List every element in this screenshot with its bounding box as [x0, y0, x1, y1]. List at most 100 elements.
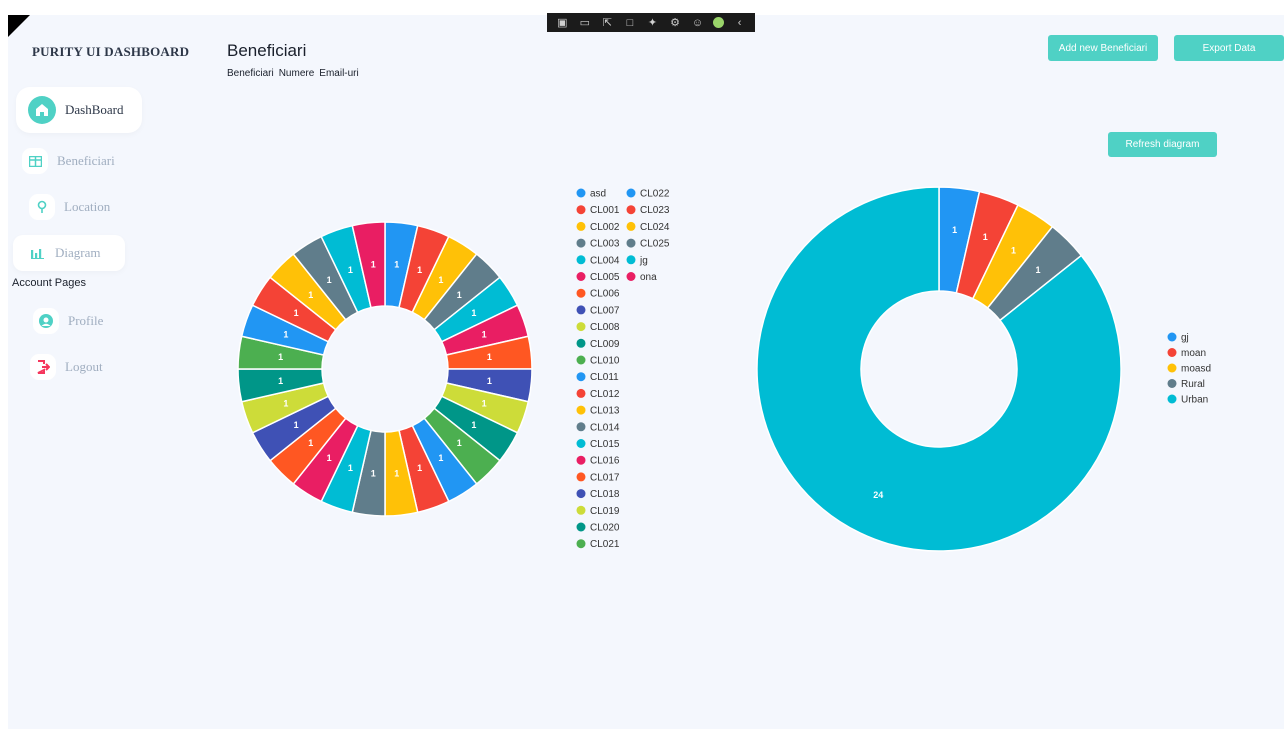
legend-item-CL007[interactable]: CL007: [590, 305, 620, 316]
legend-marker: [576, 422, 586, 432]
legend-item-CL003[interactable]: CL003: [590, 239, 620, 250]
legend-marker: [576, 405, 586, 415]
legend-item-CL014[interactable]: CL014: [590, 422, 620, 433]
refresh-diagram-button[interactable]: Refresh diagram: [1108, 132, 1217, 157]
sidebar-item-beneficiari[interactable]: Beneficiari: [22, 148, 115, 174]
legend-marker: [576, 288, 586, 298]
legend-marker: [626, 238, 636, 248]
legend-marker: [626, 255, 636, 265]
legend-marker: [576, 305, 586, 315]
slice-label: 1: [283, 399, 288, 409]
legend-item-moan[interactable]: moan: [1181, 348, 1206, 359]
slice-label: 1: [417, 265, 422, 275]
legend-item-CL011[interactable]: CL011: [590, 372, 619, 383]
window-icon[interactable]: □: [623, 16, 637, 30]
slice-label: 1: [487, 352, 492, 362]
legend-item-CL006[interactable]: CL006: [590, 289, 620, 300]
legend-marker: [576, 322, 586, 332]
legend-marker: [576, 188, 586, 198]
select-icon[interactable]: ⇱: [600, 16, 614, 30]
legend-item-jg[interactable]: jg: [639, 255, 648, 266]
slice-label: 1: [294, 308, 299, 318]
legend-item-Rural[interactable]: Rural: [1181, 379, 1205, 390]
slice-label: 1: [308, 290, 313, 300]
slice-label: 1: [417, 463, 422, 473]
slice-label: 1: [952, 225, 957, 235]
legend-marker: [626, 221, 636, 231]
slice-label: 1: [983, 232, 988, 242]
brand-title: PURITY UI DASHBOARD: [32, 44, 190, 59]
sidebar-item-label: DashBoard: [65, 102, 124, 117]
legend-item-CL004[interactable]: CL004: [590, 255, 620, 266]
legend-item-CL002[interactable]: CL002: [590, 222, 620, 233]
sidebar-item-profile[interactable]: Profile: [33, 308, 103, 334]
check-icon[interactable]: [713, 17, 725, 28]
legend-item-asd[interactable]: asd: [590, 189, 606, 200]
accessibility-icon[interactable]: ☺: [691, 16, 705, 30]
legend-item-CL018[interactable]: CL018: [590, 489, 620, 500]
legend-item-moasd[interactable]: moasd: [1181, 364, 1211, 375]
page-title: Beneficiari: [227, 41, 307, 60]
legend-item-CL025[interactable]: CL025: [640, 239, 670, 250]
legend-marker: [1167, 332, 1177, 342]
tab-beneficiari[interactable]: Beneficiari: [227, 68, 274, 79]
add-beneficiari-button[interactable]: Add new Beneficiari: [1048, 35, 1158, 61]
sidebar-item-label: Profile: [68, 313, 104, 328]
legend-marker: [576, 539, 586, 549]
slice-label: 1: [278, 376, 283, 386]
video-icon[interactable]: ▭: [578, 16, 592, 30]
screen-capture-toolbar: ▣ ▭ ⇱ □ ✦ ⚙ ☺ ‹: [547, 13, 755, 32]
legend-item-CL009[interactable]: CL009: [590, 339, 620, 350]
slice-label: 1: [348, 463, 353, 473]
legend-marker: [626, 272, 636, 281]
legend-item-gj[interactable]: gj: [1181, 333, 1189, 344]
legend-item-CL023[interactable]: CL023: [640, 205, 670, 216]
legend-marker: [576, 255, 586, 265]
legend-marker: [576, 505, 586, 515]
legend-marker: [576, 455, 586, 465]
slice-label: 1: [457, 438, 462, 448]
chevron-left-icon[interactable]: ‹: [733, 16, 747, 30]
window-corner: [8, 15, 30, 37]
slice-label: 1: [283, 329, 288, 339]
sidebar-item-dashboard[interactable]: DashBoard: [16, 87, 142, 133]
legend-item-CL020[interactable]: CL020: [590, 523, 620, 534]
sidebar-item-location[interactable]: Location: [29, 194, 110, 220]
slice-label: 1: [1035, 265, 1040, 275]
slice-label: 1: [327, 453, 332, 463]
tab-email-uri[interactable]: Email-uri: [319, 68, 358, 79]
bar-chart-icon: [28, 244, 46, 262]
slice-label: 1: [394, 260, 399, 270]
export-data-button[interactable]: Export Data: [1174, 35, 1284, 61]
legend-item-CL015[interactable]: CL015: [590, 439, 620, 450]
legend-item-CL013[interactable]: CL013: [590, 406, 620, 417]
touch-icon[interactable]: ✦: [645, 16, 659, 30]
slice-label: 1: [348, 265, 353, 275]
screenshot-icon[interactable]: ▣: [555, 16, 569, 30]
slice-label: 1: [438, 275, 443, 285]
legend-item-Urban[interactable]: Urban: [1181, 395, 1208, 406]
page-tabs: Beneficiari Numere Email-uri: [227, 68, 359, 79]
tab-numere[interactable]: Numere: [279, 68, 315, 79]
legend-item-CL001[interactable]: CL001: [590, 205, 620, 216]
legend-item-CL021[interactable]: CL021: [590, 539, 620, 550]
legend-item-CL019[interactable]: CL019: [590, 506, 620, 517]
legend-item-CL016[interactable]: CL016: [590, 456, 620, 467]
sidebar-item-label: Beneficiari: [57, 153, 115, 168]
legend-item-CL017[interactable]: CL017: [590, 472, 620, 483]
legend-item-CL022[interactable]: CL022: [640, 189, 670, 200]
sidebar-item-label: Location: [64, 199, 111, 214]
legend-marker: [576, 238, 586, 248]
legend-marker: [576, 272, 586, 281]
network-icon[interactable]: ⚙: [668, 16, 682, 30]
slice-label: 1: [457, 290, 462, 300]
legend-marker: [626, 188, 636, 198]
legend-item-CL005[interactable]: CL005: [590, 272, 620, 283]
legend-item-ona[interactable]: ona: [640, 272, 657, 283]
sidebar-item-diagram[interactable]: Diagram: [13, 235, 125, 271]
legend-item-CL024[interactable]: CL024: [640, 222, 670, 233]
legend-item-CL012[interactable]: CL012: [590, 389, 620, 400]
legend-item-CL008[interactable]: CL008: [590, 322, 620, 333]
sidebar-item-logout[interactable]: Logout: [30, 354, 103, 380]
legend-item-CL010[interactable]: CL010: [590, 356, 620, 367]
